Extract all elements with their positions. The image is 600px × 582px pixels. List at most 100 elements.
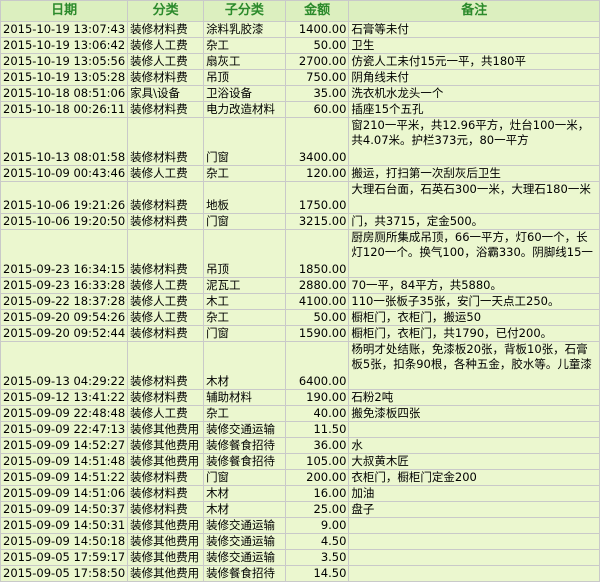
cell-note[interactable]: 石粉2吨 [348, 389, 600, 406]
cell-note[interactable]: 衣柜门，橱柜门定金200 [348, 469, 600, 486]
cell-subcategory[interactable]: 辅助材料 [203, 389, 286, 406]
cell-date[interactable]: 2015-09-09 14:51:06 [0, 485, 129, 502]
cell-category[interactable]: 装修材料费 [127, 213, 205, 230]
cell-amount[interactable]: 25.00 [284, 501, 350, 518]
cell-subcategory[interactable]: 地板 [203, 181, 286, 214]
cell-note[interactable]: 插座15个五孔 [348, 101, 600, 118]
cell-note[interactable]: 水 [348, 437, 600, 454]
cell-note[interactable] [348, 517, 600, 534]
cell-note[interactable]: 门，共3715，定金500。 [348, 213, 600, 230]
cell-subcategory[interactable]: 吊顶 [203, 229, 286, 278]
column-header-note[interactable]: 备注 [348, 0, 600, 22]
cell-amount[interactable]: 60.00 [284, 101, 350, 118]
cell-subcategory[interactable]: 装修交通运输 [203, 517, 286, 534]
cell-subcategory[interactable]: 杂工 [203, 165, 286, 182]
cell-date[interactable]: 2015-10-19 13:05:56 [0, 53, 129, 70]
cell-amount[interactable]: 16.00 [284, 485, 350, 502]
cell-category[interactable]: 家具\设备 [127, 85, 205, 102]
cell-category[interactable]: 装修材料费 [127, 485, 205, 502]
cell-category[interactable]: 装修材料费 [127, 341, 205, 390]
cell-note[interactable] [348, 565, 600, 582]
cell-subcategory[interactable]: 杂工 [203, 309, 286, 326]
cell-amount[interactable]: 4.50 [284, 533, 350, 550]
cell-note[interactable]: 加油 [348, 485, 600, 502]
cell-subcategory[interactable]: 门窗 [203, 213, 286, 230]
cell-category[interactable]: 装修人工费 [127, 37, 205, 54]
cell-note[interactable]: 橱柜门，衣柜门，共1790，已付200。 [348, 325, 600, 342]
cell-subcategory[interactable]: 装修餐食招待 [203, 453, 286, 470]
cell-amount[interactable]: 3215.00 [284, 213, 350, 230]
cell-amount[interactable]: 9.00 [284, 517, 350, 534]
cell-note[interactable]: 卫生 [348, 37, 600, 54]
cell-date[interactable]: 2015-09-09 14:51:22 [0, 469, 129, 486]
cell-subcategory[interactable]: 装修餐食招待 [203, 437, 286, 454]
cell-date[interactable]: 2015-09-05 17:59:17 [0, 549, 129, 566]
cell-note[interactable]: 搬免漆板四张 [348, 405, 600, 422]
cell-date[interactable]: 2015-09-09 14:50:31 [0, 517, 129, 534]
cell-category[interactable]: 装修材料费 [127, 181, 205, 214]
cell-date[interactable]: 2015-10-13 08:01:58 [0, 117, 129, 166]
cell-category[interactable]: 装修材料费 [127, 501, 205, 518]
cell-date[interactable]: 2015-10-19 13:07:43 [0, 21, 129, 38]
cell-note[interactable]: 厨房厕所集成吊顶，66一平方，灯60一个，长灯120一个。换气100，浴霸330… [348, 229, 600, 278]
cell-subcategory[interactable]: 装修交通运输 [203, 533, 286, 550]
cell-date[interactable]: 2015-09-13 04:29:22 [0, 341, 129, 390]
cell-amount[interactable]: 6400.00 [284, 341, 350, 390]
cell-subcategory[interactable]: 卫浴设备 [203, 85, 286, 102]
cell-category[interactable]: 装修其他费用 [127, 421, 205, 438]
cell-date[interactable]: 2015-10-06 19:21:26 [0, 181, 129, 214]
cell-subcategory[interactable]: 装修交通运输 [203, 549, 286, 566]
cell-date[interactable]: 2015-09-20 09:52:44 [0, 325, 129, 342]
cell-date[interactable]: 2015-09-23 16:34:15 [0, 229, 129, 278]
cell-amount[interactable]: 200.00 [284, 469, 350, 486]
cell-date[interactable]: 2015-09-09 14:51:48 [0, 453, 129, 470]
cell-date[interactable]: 2015-09-05 17:58:50 [0, 565, 129, 582]
cell-category[interactable]: 装修材料费 [127, 101, 205, 118]
cell-amount[interactable]: 120.00 [284, 165, 350, 182]
cell-subcategory[interactable]: 杂工 [203, 37, 286, 54]
column-header-category[interactable]: 分类 [127, 0, 205, 22]
cell-category[interactable]: 装修其他费用 [127, 437, 205, 454]
column-header-date[interactable]: 日期 [0, 0, 129, 22]
column-header-subcategory[interactable]: 子分类 [203, 0, 286, 22]
cell-amount[interactable]: 1400.00 [284, 21, 350, 38]
cell-subcategory[interactable]: 装修餐食招待 [203, 565, 286, 582]
cell-note[interactable]: 杨明才处结账，免漆板20张，背板10张，石膏板5张，扣条90根，各种五金，胶水等… [348, 341, 600, 390]
cell-category[interactable]: 装修人工费 [127, 405, 205, 422]
cell-amount[interactable]: 2880.00 [284, 277, 350, 294]
cell-category[interactable]: 装修材料费 [127, 469, 205, 486]
cell-date[interactable]: 2015-09-23 16:33:28 [0, 277, 129, 294]
cell-amount[interactable]: 4100.00 [284, 293, 350, 310]
column-header-amount[interactable]: 金额 [284, 0, 350, 22]
cell-note[interactable]: 洗衣机水龙头一个 [348, 85, 600, 102]
cell-note[interactable]: 大理石台面，石英石300一米，大理石180一米 [348, 181, 600, 214]
cell-category[interactable]: 装修人工费 [127, 293, 205, 310]
cell-date[interactable]: 2015-09-09 14:50:18 [0, 533, 129, 550]
cell-date[interactable]: 2015-09-09 22:47:13 [0, 421, 129, 438]
cell-amount[interactable]: 36.00 [284, 437, 350, 454]
cell-category[interactable]: 装修人工费 [127, 277, 205, 294]
cell-subcategory[interactable]: 门窗 [203, 325, 286, 342]
cell-note[interactable]: 70一平，84平方，共5880。 [348, 277, 600, 294]
cell-amount[interactable]: 1590.00 [284, 325, 350, 342]
cell-amount[interactable]: 11.50 [284, 421, 350, 438]
cell-amount[interactable]: 750.00 [284, 69, 350, 86]
cell-date[interactable]: 2015-10-19 13:06:42 [0, 37, 129, 54]
cell-amount[interactable]: 1750.00 [284, 181, 350, 214]
cell-category[interactable]: 装修人工费 [127, 165, 205, 182]
cell-category[interactable]: 装修材料费 [127, 117, 205, 166]
cell-amount[interactable]: 1850.00 [284, 229, 350, 278]
cell-subcategory[interactable]: 门窗 [203, 117, 286, 166]
cell-amount[interactable]: 105.00 [284, 453, 350, 470]
cell-note[interactable]: 仿瓷人工未付15元一平，共180平 [348, 53, 600, 70]
cell-note[interactable]: 窗210一平米，共12.96平方，灶台100一米，共4.07米。护栏373元，8… [348, 117, 600, 166]
cell-category[interactable]: 装修其他费用 [127, 517, 205, 534]
cell-amount[interactable]: 190.00 [284, 389, 350, 406]
cell-date[interactable]: 2015-10-18 08:51:06 [0, 85, 129, 102]
cell-category[interactable]: 装修其他费用 [127, 565, 205, 582]
cell-date[interactable]: 2015-10-09 00:43:46 [0, 165, 129, 182]
cell-subcategory[interactable]: 装修交通运输 [203, 421, 286, 438]
cell-category[interactable]: 装修其他费用 [127, 533, 205, 550]
cell-category[interactable]: 装修人工费 [127, 309, 205, 326]
cell-subcategory[interactable]: 吊顶 [203, 69, 286, 86]
